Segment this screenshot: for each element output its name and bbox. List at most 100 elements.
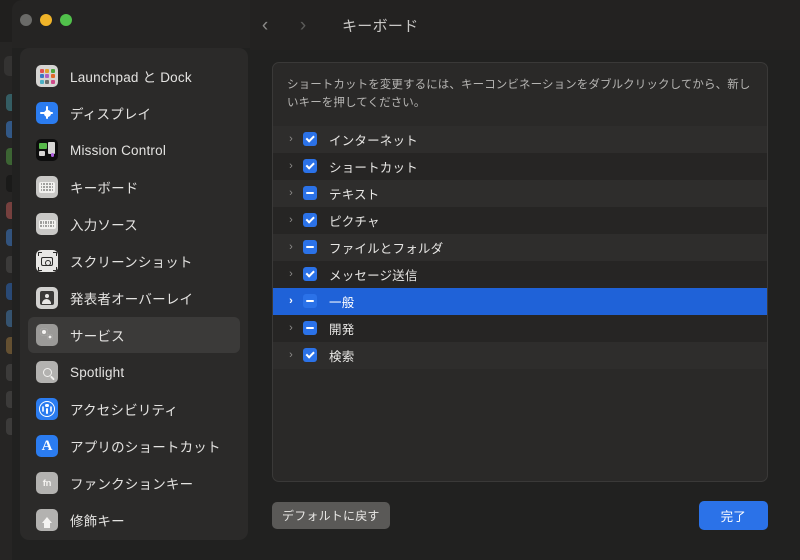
- dash-icon: [306, 327, 314, 330]
- table-row[interactable]: › メッセージ送信: [273, 260, 767, 288]
- sidebar-item-8[interactable]: サービス: [28, 317, 240, 353]
- sidebar-item-11[interactable]: A アプリのショートカット: [28, 428, 240, 464]
- forward-button[interactable]: ›: [288, 10, 318, 40]
- done-button[interactable]: 完了: [698, 500, 768, 530]
- row-checkbox[interactable]: [303, 294, 317, 309]
- checkmark-icon: [305, 268, 315, 278]
- back-button[interactable]: ‹: [250, 10, 280, 40]
- table-row[interactable]: › 検索: [273, 341, 767, 369]
- sidebar-item-label: Spotlight: [70, 364, 125, 380]
- row-checkbox[interactable]: [303, 186, 317, 201]
- mission-control-icon: [36, 139, 58, 161]
- row-label: インターネット: [329, 133, 418, 148]
- checkmark-icon: [305, 160, 315, 170]
- row-checkbox[interactable]: [303, 213, 317, 228]
- sidebar-item-12[interactable]: fn ファンクションキー: [28, 465, 240, 501]
- disclosure-triangle-icon[interactable]: ›: [283, 160, 299, 172]
- screenshot-icon: [36, 250, 58, 272]
- shortcuts-panel: ショートカットを変更するには、キーコンビネーションをダブルクリックしてから、新し…: [272, 62, 768, 482]
- close-button-icon[interactable]: [20, 14, 32, 26]
- table-row[interactable]: › 一般: [273, 287, 767, 315]
- sidebar-item-label: ディスプレイ: [70, 107, 152, 122]
- sidebar-item-2[interactable]: ディスプレイ: [28, 95, 240, 131]
- table-row[interactable]: › 開発: [273, 314, 767, 342]
- row-label: 開発: [329, 322, 355, 337]
- row-checkbox[interactable]: [303, 240, 317, 255]
- minimize-button-icon[interactable]: [40, 14, 52, 26]
- disclosure-triangle-icon[interactable]: ›: [283, 133, 299, 145]
- display-icon: [36, 102, 58, 124]
- row-checkbox[interactable]: [303, 267, 317, 282]
- modifier-keys-icon: [36, 509, 58, 531]
- row-checkbox[interactable]: [303, 132, 317, 147]
- chevron-left-icon: ‹: [261, 14, 269, 36]
- sidebar-item-1[interactable]: Launchpad と Dock: [28, 58, 240, 94]
- function-keys-icon: fn: [36, 472, 58, 494]
- sidebar-item-4[interactable]: キーボード: [28, 169, 240, 205]
- services-icon: [36, 324, 58, 346]
- sidebar-item-label: Mission Control: [70, 142, 167, 158]
- sidebar-item-10[interactable]: アクセシビリティ: [28, 391, 240, 427]
- chevron-right-icon: ›: [299, 14, 307, 36]
- row-label: 一般: [329, 295, 355, 310]
- dash-icon: [306, 192, 314, 195]
- sidebar-item-7[interactable]: 発表者オーバーレイ: [28, 280, 240, 316]
- disclosure-triangle-icon[interactable]: ›: [283, 241, 299, 253]
- row-checkbox[interactable]: [303, 159, 317, 174]
- system-settings-window: ‹ › キーボード Launchpad と Dock ディスプレイ Mission …: [12, 0, 800, 560]
- row-checkbox[interactable]: [303, 348, 317, 363]
- sidebar-item-label: サービス: [70, 329, 125, 344]
- sidebar-item-9[interactable]: Spotlight: [28, 354, 240, 390]
- sidebar-item-label: キーボード: [70, 181, 139, 196]
- sidebar-item-3[interactable]: Mission Control: [28, 132, 240, 168]
- page-title: キーボード: [342, 17, 419, 35]
- presenter-overlay-icon: [36, 287, 58, 309]
- sidebar: Launchpad と Dock ディスプレイ Mission Control キーボ…: [20, 48, 248, 540]
- sidebar-item-13[interactable]: 修飾キー: [28, 502, 240, 538]
- app-shortcuts-icon: A: [36, 435, 58, 457]
- disclosure-triangle-icon[interactable]: ›: [283, 268, 299, 280]
- disclosure-triangle-icon[interactable]: ›: [283, 349, 299, 361]
- table-row[interactable]: › ショートカット: [273, 152, 767, 180]
- sidebar-item-label: Launchpad と Dock: [70, 70, 192, 85]
- row-checkbox[interactable]: [303, 321, 317, 336]
- sidebar-item-label: アクセシビリティ: [70, 403, 179, 418]
- row-label: ショートカット: [329, 160, 418, 175]
- spotlight-icon: [36, 361, 58, 383]
- disclosure-triangle-icon[interactable]: ›: [283, 322, 299, 334]
- input-sources-icon: [36, 213, 58, 235]
- top-navigation-bar: ‹ › キーボード: [250, 0, 800, 50]
- keyboard-icon: [36, 176, 58, 198]
- sidebar-item-label: 発表者オーバーレイ: [70, 292, 194, 307]
- row-label: ピクチャ: [329, 214, 380, 229]
- dash-icon: [306, 246, 314, 249]
- table-row[interactable]: › ピクチャ: [273, 206, 767, 234]
- accessibility-icon: [36, 398, 58, 420]
- row-label: 検索: [329, 349, 355, 364]
- disclosure-triangle-icon[interactable]: ›: [283, 295, 299, 307]
- launchpad-dock-icon: [36, 65, 58, 87]
- table-row[interactable]: › ファイルとフォルダ: [273, 233, 767, 261]
- traffic-lights: [20, 14, 72, 26]
- zoom-button-icon[interactable]: [60, 14, 72, 26]
- row-label: メッセージ送信: [329, 268, 418, 283]
- disclosure-triangle-icon[interactable]: ›: [283, 187, 299, 199]
- shortcut-category-list: › インターネット › ショートカット › テキスト › ピクチャ › ファイルとフォルダ › メッセ…: [273, 125, 767, 369]
- restore-defaults-button[interactable]: デフォルトに戻す: [272, 501, 390, 529]
- instruction-text: ショートカットを変更するには、キーコンビネーションをダブルクリックしてから、新し…: [287, 79, 751, 109]
- dash-icon: [306, 300, 314, 303]
- sidebar-item-label: スクリーンショット: [70, 255, 193, 270]
- checkmark-icon: [305, 214, 315, 224]
- sidebar-item-label: 入力ソース: [70, 218, 138, 233]
- sidebar-item-6[interactable]: スクリーンショット: [28, 243, 240, 279]
- table-row[interactable]: › テキスト: [273, 179, 767, 207]
- panel-footer: デフォルトに戻す 完了: [272, 500, 768, 530]
- sidebar-item-label: ファンクションキー: [70, 477, 194, 492]
- disclosure-triangle-icon[interactable]: ›: [283, 214, 299, 226]
- row-label: テキスト: [329, 187, 380, 202]
- row-label: ファイルとフォルダ: [329, 241, 444, 256]
- sidebar-item-label: 修飾キー: [70, 514, 125, 529]
- sidebar-item-5[interactable]: 入力ソース: [28, 206, 240, 242]
- checkmark-icon: [305, 349, 315, 359]
- table-row[interactable]: › インターネット: [273, 125, 767, 153]
